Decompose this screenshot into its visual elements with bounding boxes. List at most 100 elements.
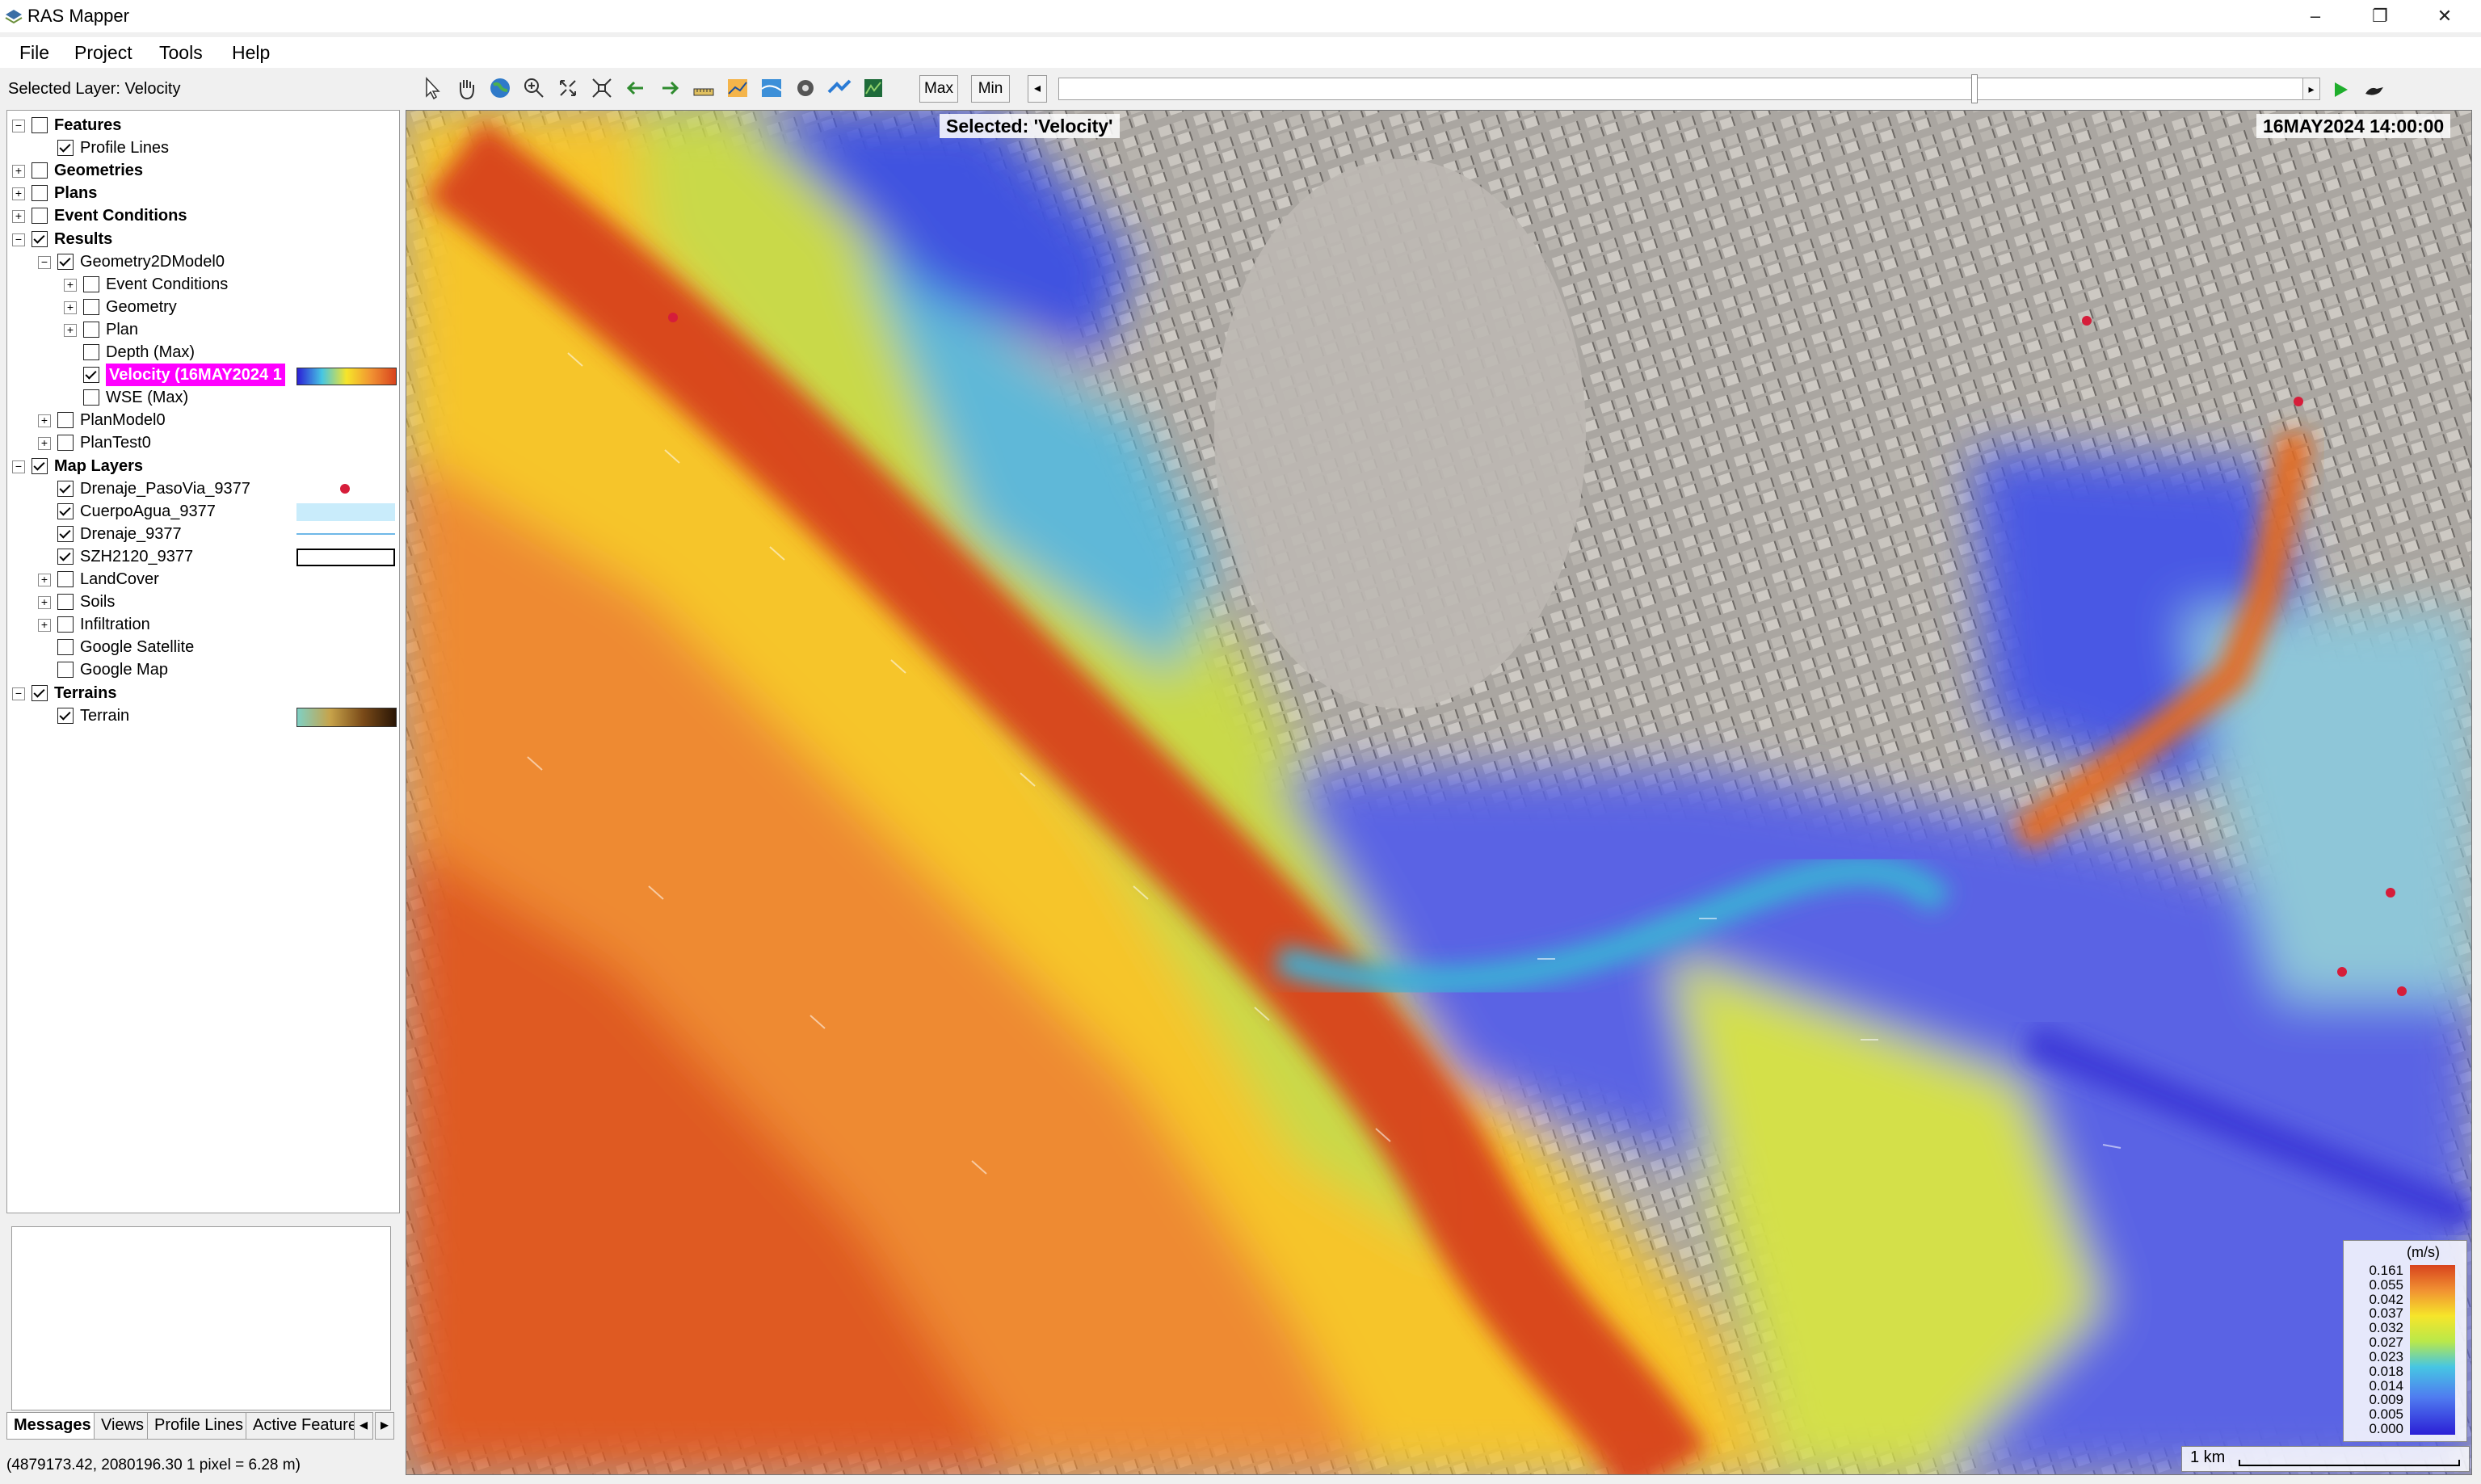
- layer-label[interactable]: Drenaje_9377: [80, 523, 182, 545]
- layer-checkbox[interactable]: [57, 435, 74, 452]
- tab-active-feature[interactable]: Active Feature: [246, 1412, 362, 1440]
- tree-expander-icon[interactable]: +: [64, 278, 77, 292]
- tree-expander-icon[interactable]: +: [38, 574, 51, 586]
- layer-label[interactable]: Plan: [106, 318, 138, 341]
- layer-checkbox[interactable]: [57, 662, 74, 679]
- zoom-extents-icon[interactable]: [554, 74, 582, 102]
- time-step-forward-button[interactable]: ▸: [2302, 78, 2320, 100]
- layer-label[interactable]: Velocity (16MAY2024 1: [106, 364, 285, 387]
- time-step-back-button[interactable]: ◂: [1028, 75, 1047, 103]
- menu-project[interactable]: Project: [63, 37, 144, 68]
- tree-expander-icon[interactable]: +: [38, 437, 51, 451]
- layer-label[interactable]: Google Map: [80, 658, 168, 681]
- layer-label[interactable]: Plans: [54, 182, 97, 204]
- layer-label[interactable]: Depth (Max): [106, 341, 195, 364]
- back-arrow-icon[interactable]: [622, 74, 650, 102]
- layer-label[interactable]: CuerpoAgua_9377: [80, 500, 216, 523]
- tree-expander-icon[interactable]: +: [38, 619, 51, 633]
- layer-tree-row[interactable]: Drenaje_9377: [7, 523, 395, 545]
- max-button[interactable]: Max: [919, 75, 958, 103]
- layer-checkbox[interactable]: [57, 480, 74, 497]
- layer-label[interactable]: Event Conditions: [54, 204, 187, 227]
- layer-tree-row[interactable]: − Features: [7, 114, 395, 137]
- tree-expander-icon[interactable]: −: [38, 255, 51, 269]
- layer-label[interactable]: SZH2120_9377: [80, 545, 193, 568]
- layer-tree-row[interactable]: WSE (Max): [7, 386, 395, 409]
- close-button[interactable]: ✕: [2412, 0, 2477, 32]
- layer-label[interactable]: Terrains: [54, 682, 116, 704]
- layer-tree-row[interactable]: Google Map: [7, 658, 395, 681]
- layer-tree-row[interactable]: Drenaje_PasoVia_9377: [7, 477, 395, 500]
- layer-tree-row[interactable]: + Event Conditions: [7, 273, 395, 296]
- layer-tree-row[interactable]: Google Satellite: [7, 636, 395, 658]
- tree-expander-icon[interactable]: −: [12, 460, 25, 473]
- layer-label[interactable]: PlanTest0: [80, 431, 151, 454]
- layer-checkbox[interactable]: [32, 162, 48, 179]
- layer-checkbox[interactable]: [83, 367, 99, 384]
- layer-checkbox[interactable]: [57, 707, 74, 724]
- layer-label[interactable]: Features: [54, 114, 121, 137]
- full-extent-icon[interactable]: [588, 74, 616, 102]
- map-icon[interactable]: [758, 74, 785, 102]
- layer-tree-row[interactable]: Depth (Max): [7, 341, 395, 364]
- time-slider-thumb[interactable]: [1971, 74, 1978, 103]
- globe-icon[interactable]: [486, 74, 514, 102]
- layer-checkbox[interactable]: [32, 457, 48, 474]
- menu-file[interactable]: File: [8, 37, 61, 68]
- layer-tree-row[interactable]: + Soils: [7, 591, 395, 613]
- tab-profile-lines[interactable]: Profile Lines: [147, 1412, 251, 1440]
- tree-expander-icon[interactable]: +: [64, 301, 77, 314]
- layer-tree-row[interactable]: + PlanModel0: [7, 409, 395, 431]
- layer-label[interactable]: Geometry: [106, 296, 177, 318]
- pan-hand-icon[interactable]: [452, 74, 480, 102]
- layers-icon[interactable]: [792, 74, 819, 102]
- layer-tree-row[interactable]: CuerpoAgua_9377: [7, 500, 395, 523]
- layer-tree-row[interactable]: + LandCover: [7, 568, 395, 591]
- layer-checkbox[interactable]: [32, 208, 48, 225]
- play-icon[interactable]: [2330, 79, 2351, 100]
- layer-checkbox[interactable]: [83, 321, 99, 338]
- layer-label[interactable]: Geometry2DModel0: [80, 250, 225, 273]
- layer-tree-row[interactable]: Velocity (16MAY2024 1: [7, 364, 397, 387]
- tab-scroll-left-button[interactable]: ◂: [354, 1412, 373, 1440]
- layer-tree-row[interactable]: − Map Layers: [7, 455, 395, 477]
- terrain-icon[interactable]: [860, 74, 887, 102]
- layer-checkbox[interactable]: [57, 571, 74, 587]
- layer-checkbox[interactable]: [57, 502, 74, 519]
- layer-checkbox[interactable]: [57, 639, 74, 656]
- layer-label[interactable]: Drenaje_PasoVia_9377: [80, 477, 250, 500]
- tab-scroll-right-button[interactable]: ▸: [375, 1412, 394, 1440]
- tree-expander-icon[interactable]: +: [12, 210, 25, 224]
- tab-messages[interactable]: Messages: [6, 1412, 99, 1440]
- minimize-button[interactable]: –: [2283, 0, 2348, 32]
- layer-checkbox[interactable]: [83, 275, 99, 292]
- layer-checkbox[interactable]: [57, 525, 74, 542]
- layer-label[interactable]: Event Conditions: [106, 273, 228, 296]
- layer-label[interactable]: Geometries: [54, 159, 143, 182]
- animation-speed-icon[interactable]: [2362, 81, 2386, 100]
- profile-plot-icon[interactable]: [724, 74, 751, 102]
- layer-checkbox[interactable]: [57, 412, 74, 429]
- layer-checkbox[interactable]: [83, 389, 99, 406]
- layer-tree-row[interactable]: + Plans: [7, 182, 395, 204]
- layer-label[interactable]: Results: [54, 228, 112, 250]
- layer-checkbox[interactable]: [83, 344, 99, 360]
- tree-expander-icon[interactable]: +: [12, 187, 25, 201]
- layer-checkbox[interactable]: [32, 185, 48, 202]
- layer-tree-row[interactable]: + Event Conditions: [7, 204, 395, 227]
- tree-expander-icon[interactable]: −: [12, 120, 25, 132]
- layer-checkbox[interactable]: [32, 230, 48, 247]
- layer-checkbox[interactable]: [32, 684, 48, 701]
- forward-arrow-icon[interactable]: [656, 74, 683, 102]
- layer-label[interactable]: WSE (Max): [106, 386, 188, 409]
- tree-expander-icon[interactable]: −: [12, 233, 25, 246]
- layer-tree-row[interactable]: + PlanTest0: [7, 431, 395, 454]
- layer-label[interactable]: Profile Lines: [80, 137, 169, 159]
- menu-help[interactable]: Help: [221, 37, 281, 68]
- layer-checkbox[interactable]: [57, 253, 74, 270]
- layer-checkbox[interactable]: [57, 140, 74, 157]
- layer-label[interactable]: LandCover: [80, 568, 159, 591]
- tree-expander-icon[interactable]: +: [38, 596, 51, 610]
- layer-tree-row[interactable]: SZH2120_9377: [7, 545, 395, 568]
- layer-tree-row[interactable]: + Geometry: [7, 296, 395, 318]
